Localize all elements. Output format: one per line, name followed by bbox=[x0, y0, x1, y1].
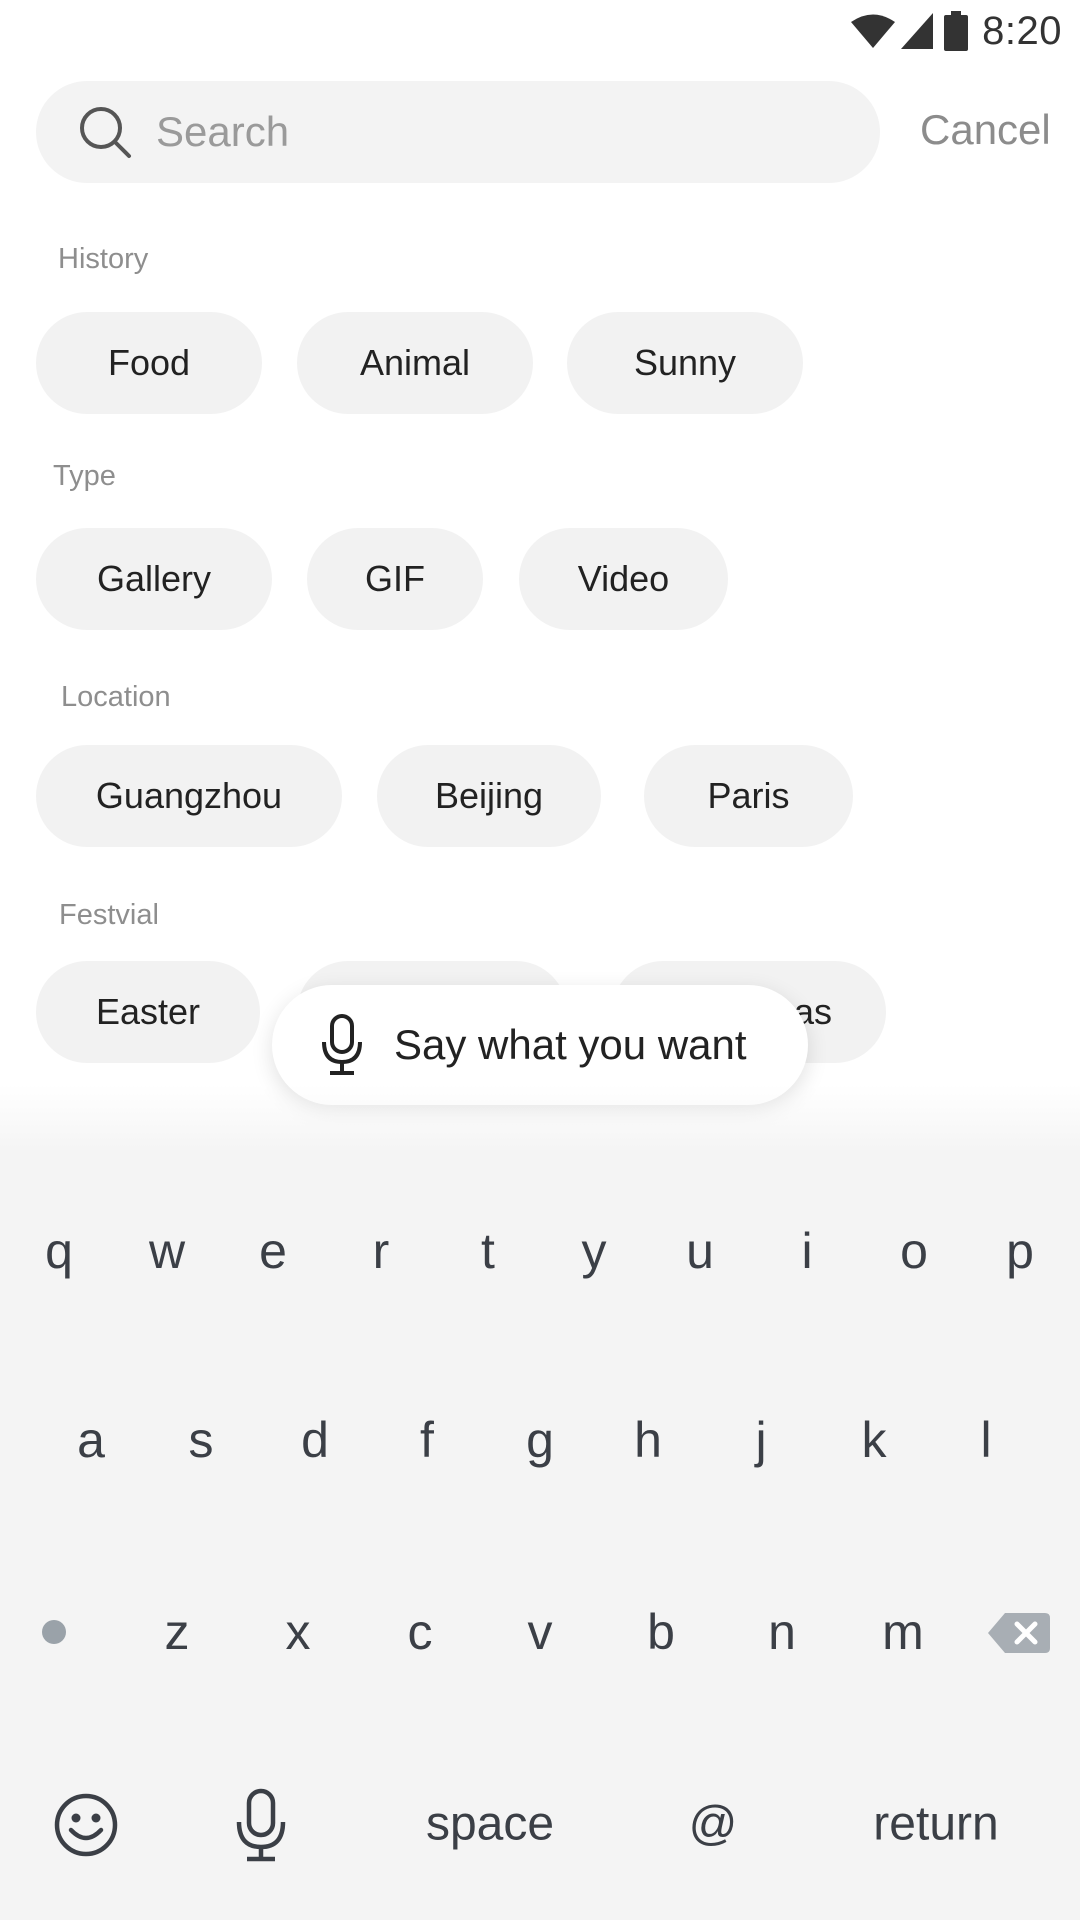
chip-history-sunny[interactable]: Sunny bbox=[567, 312, 803, 414]
chip-location-paris[interactable]: Paris bbox=[644, 745, 853, 847]
chip-type-gallery[interactable]: Gallery bbox=[36, 528, 272, 630]
at-key[interactable]: @ bbox=[689, 1797, 738, 1852]
chip-type-video[interactable]: Video bbox=[519, 528, 728, 630]
key-k[interactable]: k bbox=[862, 1411, 887, 1469]
search-input[interactable] bbox=[156, 108, 796, 156]
chip-location-guangzhou[interactable]: Guangzhou bbox=[36, 745, 342, 847]
key-g[interactable]: g bbox=[526, 1411, 554, 1469]
key-p[interactable]: p bbox=[1006, 1222, 1034, 1280]
emoji-icon[interactable] bbox=[54, 1793, 118, 1857]
keyboard-fade bbox=[0, 1085, 1080, 1155]
microphone-icon[interactable] bbox=[234, 1788, 288, 1862]
section-title-type: Type bbox=[53, 460, 116, 492]
key-n[interactable]: n bbox=[768, 1603, 796, 1661]
voice-prompt-label: Say what you want bbox=[394, 1021, 747, 1068]
key-a[interactable]: a bbox=[77, 1411, 105, 1469]
key-v[interactable]: v bbox=[528, 1603, 553, 1661]
key-j[interactable]: j bbox=[755, 1411, 766, 1469]
key-z[interactable]: z bbox=[165, 1603, 190, 1661]
key-d[interactable]: d bbox=[301, 1411, 329, 1469]
key-i[interactable]: i bbox=[801, 1222, 812, 1280]
chip-history-food[interactable]: Food bbox=[36, 312, 262, 414]
chip-history-animal[interactable]: Animal bbox=[297, 312, 533, 414]
chip-festival-easter[interactable]: Easter bbox=[36, 961, 260, 1063]
space-key[interactable]: space bbox=[426, 1797, 554, 1852]
microphone-icon bbox=[322, 1014, 362, 1075]
status-bar: 8:20 bbox=[0, 0, 1080, 62]
key-m[interactable]: m bbox=[882, 1603, 924, 1661]
battery-icon bbox=[944, 11, 969, 51]
key-f[interactable]: f bbox=[420, 1411, 434, 1469]
key-b[interactable]: b bbox=[647, 1603, 675, 1661]
cellular-signal-icon bbox=[901, 13, 934, 49]
chip-type-gif[interactable]: GIF bbox=[307, 528, 483, 630]
key-o[interactable]: o bbox=[900, 1222, 928, 1280]
key-e[interactable]: e bbox=[259, 1222, 287, 1280]
key-c[interactable]: c bbox=[408, 1603, 433, 1661]
key-x[interactable]: x bbox=[286, 1603, 311, 1661]
cancel-button[interactable]: Cancel bbox=[920, 106, 1051, 154]
shift-dot-icon[interactable] bbox=[42, 1620, 66, 1644]
key-y[interactable]: y bbox=[582, 1222, 607, 1280]
key-h[interactable]: h bbox=[634, 1411, 662, 1469]
key-u[interactable]: u bbox=[686, 1222, 714, 1280]
key-w[interactable]: w bbox=[149, 1222, 185, 1280]
keyboard: q w e r t y u i o p a s d f g h j k l z … bbox=[0, 1150, 1080, 1920]
chip-location-beijing[interactable]: Beijing bbox=[377, 745, 601, 847]
key-l[interactable]: l bbox=[980, 1411, 991, 1469]
key-s[interactable]: s bbox=[189, 1411, 214, 1469]
search-icon bbox=[80, 107, 131, 158]
section-title-festival: Festvial bbox=[59, 899, 159, 931]
search-bar[interactable] bbox=[36, 81, 880, 183]
key-q[interactable]: q bbox=[45, 1222, 73, 1280]
key-t[interactable]: t bbox=[481, 1222, 495, 1280]
search-screen: 8:20 Cancel History Food Animal Sunny Ty… bbox=[0, 0, 1080, 1920]
section-title-history: History bbox=[58, 243, 149, 275]
key-r[interactable]: r bbox=[373, 1222, 390, 1280]
status-icons: 8:20 bbox=[850, 8, 1062, 54]
status-time: 8:20 bbox=[982, 8, 1062, 53]
return-key[interactable]: return bbox=[873, 1797, 998, 1852]
backspace-icon[interactable] bbox=[987, 1612, 1051, 1654]
wifi-icon bbox=[851, 14, 896, 48]
section-title-location: Location bbox=[61, 681, 171, 713]
